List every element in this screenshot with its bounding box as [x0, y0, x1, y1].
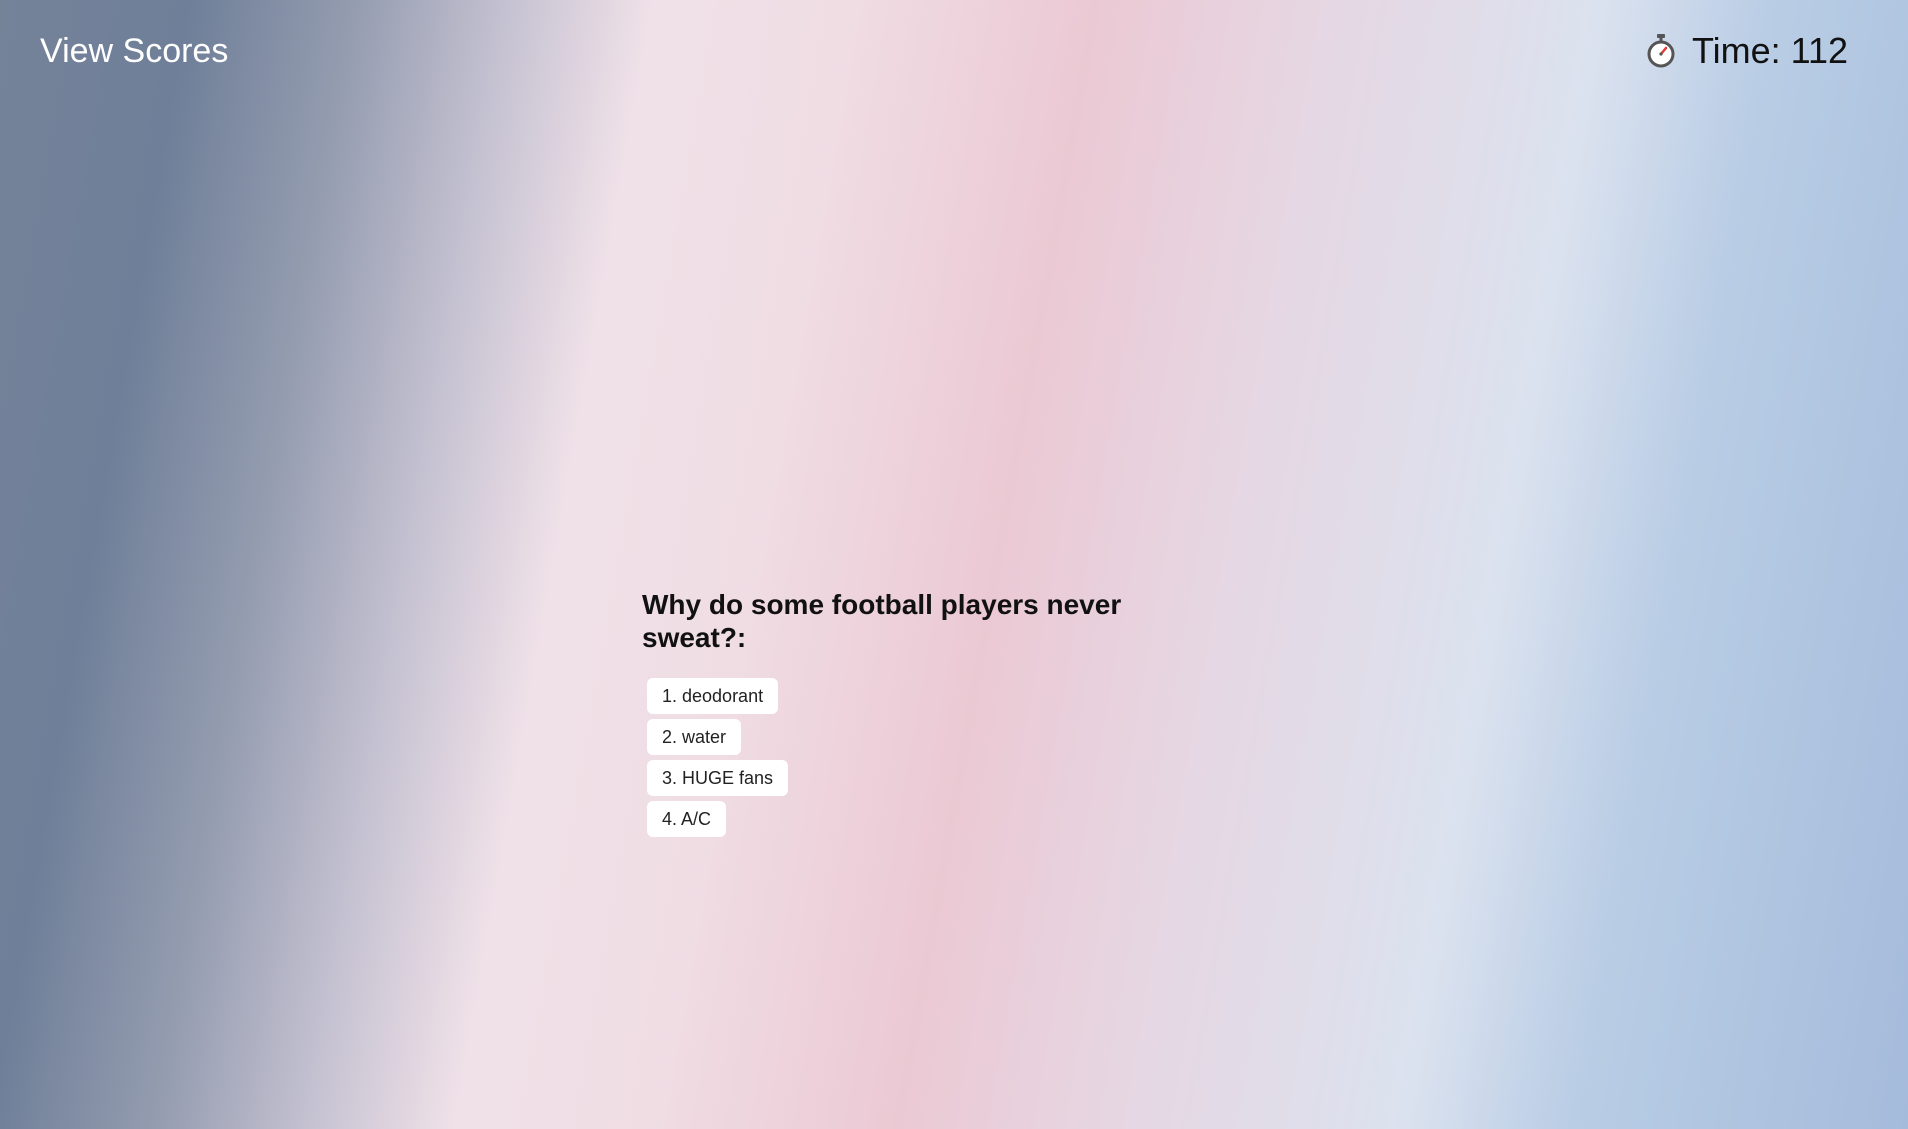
quiz-container: Why do some football players never sweat… — [642, 588, 1202, 842]
question-title: Why do some football players never sweat… — [642, 589, 1122, 653]
choice-button-1[interactable]: 1. deodorant — [647, 678, 779, 714]
choice-item: 1. deodorant — [647, 678, 1202, 714]
timer: Time: 112 — [1646, 30, 1848, 72]
view-scores-link[interactable]: View Scores — [40, 30, 228, 72]
stopwatch-icon — [1646, 33, 1676, 69]
choices-list: 1. deodorant 2. water 3. HUGE fans 4. A/… — [642, 678, 1202, 837]
choice-button-3[interactable]: 3. HUGE fans — [647, 760, 789, 796]
choice-item: 4. A/C — [647, 801, 1202, 837]
choice-item: 2. water — [647, 719, 1202, 755]
choice-item: 3. HUGE fans — [647, 760, 1202, 796]
choice-button-2[interactable]: 2. water — [647, 719, 742, 755]
timer-label: Time: 112 — [1691, 30, 1848, 71]
choice-button-4[interactable]: 4. A/C — [647, 801, 727, 837]
